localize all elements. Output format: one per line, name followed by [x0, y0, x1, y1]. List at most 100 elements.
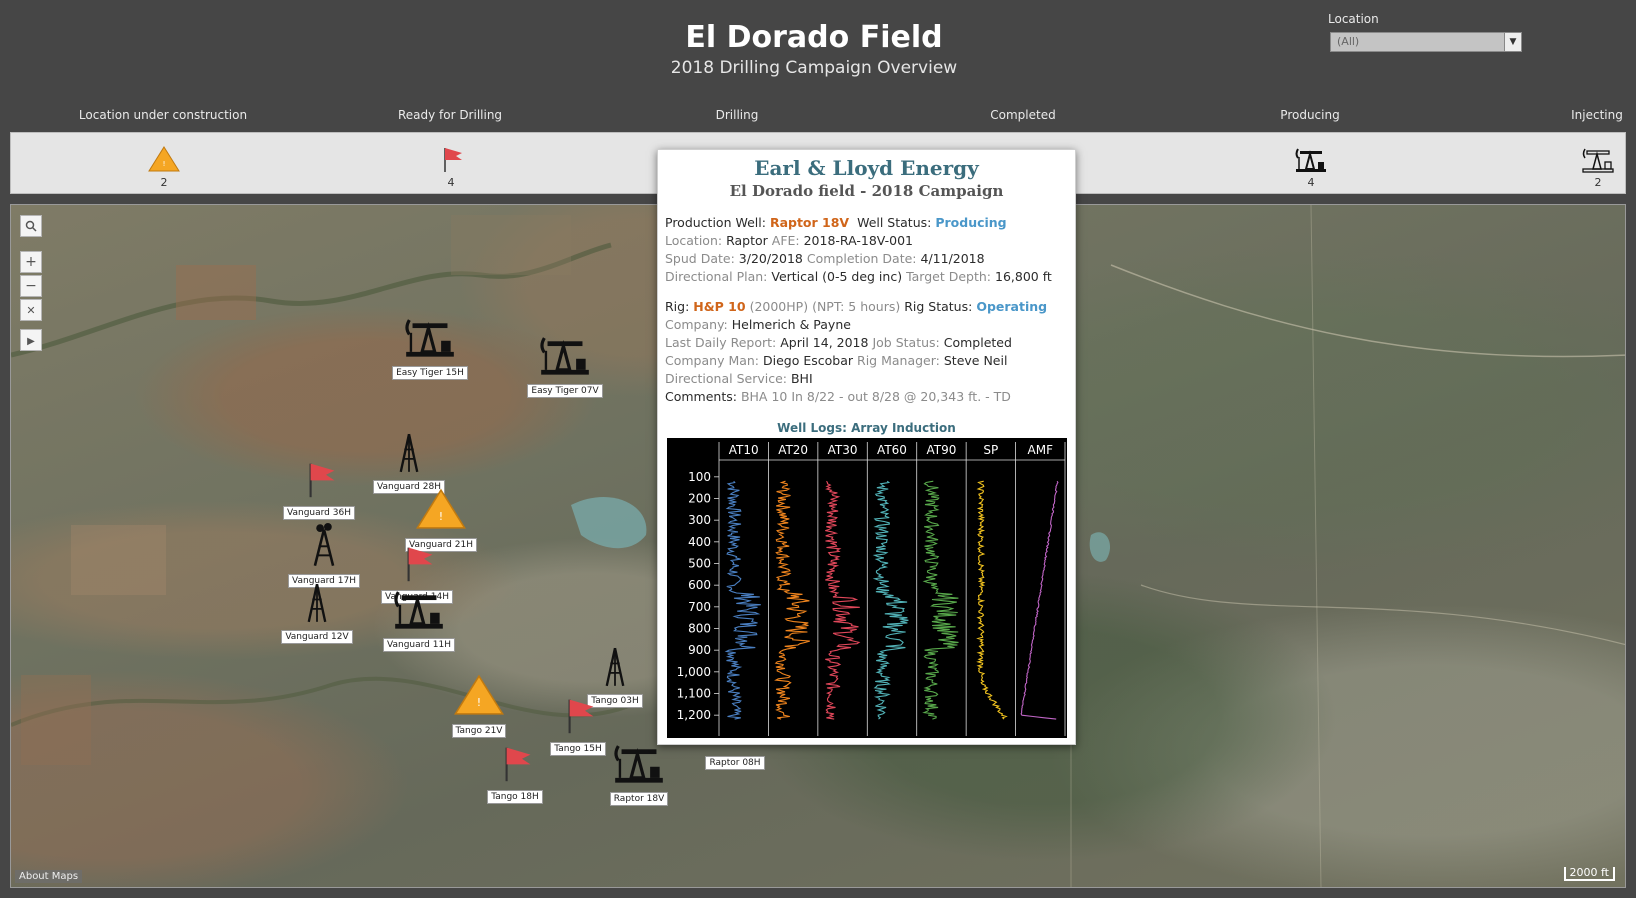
map-well-marker[interactable]: Tango 18H: [450, 743, 580, 804]
map-well-marker[interactable]: Easy Tiger 15H: [365, 313, 495, 380]
track-header: AT30: [828, 443, 858, 457]
map-search-button[interactable]: [20, 215, 42, 237]
well-status: Producing: [935, 215, 1007, 230]
tooltip-company: Earl & Lloyd Energy: [754, 156, 979, 180]
well-label: Vanguard 36H: [283, 506, 355, 520]
rig-manager-value: Steve Neil: [943, 353, 1008, 368]
job-status-value: Completed: [943, 335, 1012, 350]
status-under-construction[interactable]: ! 2: [134, 145, 194, 189]
depth-tick-label: 1,100: [677, 687, 711, 701]
red-flag-icon: [568, 699, 594, 734]
depth-tick-label: 400: [688, 535, 711, 549]
well-label: Raptor 18V: [609, 792, 669, 806]
status-label-under-construction: Location under construction: [78, 108, 248, 122]
depth-tick-label: 600: [688, 578, 711, 592]
pumpjack-icon: [405, 319, 454, 357]
directional-plan-label: Directional Plan:: [665, 269, 768, 284]
company-man-value: Diego Escobar: [763, 353, 854, 368]
status-label-producing: Producing: [1280, 108, 1340, 122]
status-legend-labels: Location under construction Ready for Dr…: [10, 108, 1626, 126]
target-depth-label: Target Depth:: [906, 269, 992, 284]
rig-status-label: Rig Status:: [904, 299, 973, 314]
well-status-label: Well Status:: [857, 215, 932, 230]
map-scale-bar: 2000 ft: [1563, 867, 1615, 881]
map-well-marker[interactable]: Vanguard 11H: [354, 585, 484, 652]
under-construction-sign-icon: !: [148, 146, 180, 172]
directional-service-value: BHI: [790, 371, 813, 386]
injection-pump-icon: [1582, 148, 1614, 173]
pumpjack-icon: [394, 591, 443, 629]
track-header: AT20: [778, 443, 808, 457]
location-value: Raptor: [726, 233, 768, 248]
svg-text:!: !: [477, 696, 481, 709]
well-tooltip: Earl & Lloyd Energy El Dorado field - 20…: [657, 149, 1076, 745]
red-flag-icon: [309, 463, 335, 498]
red-flag-icon: [407, 547, 433, 582]
well-name: Raptor 18V: [769, 215, 850, 230]
status-label-injecting: Injecting: [1571, 108, 1623, 122]
track-header: AMF: [1028, 443, 1054, 457]
zoom-in-icon: +: [25, 254, 37, 270]
completion-date-value: 4/11/2018: [920, 251, 985, 266]
under-construction-sign-icon: !: [454, 674, 504, 715]
depth-tick-label: 800: [688, 622, 711, 636]
map-well-marker[interactable]: Easy Tiger 07V: [500, 331, 630, 398]
drilling-rig-icon: [307, 583, 327, 623]
status-producing[interactable]: 4: [1281, 145, 1341, 189]
status-label-drilling: Drilling: [715, 108, 759, 122]
depth-tick-label: 1,200: [677, 708, 711, 722]
zoom-out-button[interactable]: −: [20, 275, 42, 297]
spud-date-label: Spud Date:: [665, 251, 735, 266]
tooltip-details: Production Well: Raptor 18V Well Status:…: [665, 214, 1071, 406]
company-man-label: Company Man:: [665, 353, 760, 368]
drilling-rig-icon: [605, 647, 625, 687]
well-label: Vanguard 12V: [281, 630, 353, 644]
about-maps-link[interactable]: About Maps: [15, 870, 83, 883]
depth-tick-label: 500: [688, 557, 711, 571]
rig-status: Operating: [976, 299, 1048, 314]
well-log-title: Well Logs: Array Induction: [777, 421, 956, 435]
zoom-in-button[interactable]: +: [20, 251, 42, 273]
status-ready-for-drilling[interactable]: 4: [421, 145, 481, 189]
status-count: 4: [447, 176, 455, 189]
depth-tick-label: 1,000: [677, 665, 711, 679]
completed-well-icon: [313, 523, 335, 567]
svg-text:!: !: [163, 160, 166, 168]
well-label: Tango 21V: [451, 724, 507, 738]
depth-tick-label: 300: [688, 513, 711, 527]
map-well-marker[interactable]: Vanguard 28H: [344, 433, 474, 494]
status-label-ready-for-drilling: Ready for Drilling: [397, 108, 503, 122]
well-label: Easy Tiger 15H: [392, 366, 468, 380]
location-filter-dropdown[interactable]: (All) ▼: [1330, 32, 1522, 52]
spud-date-value: 3/20/2018: [738, 251, 803, 266]
afe-label: AFE:: [771, 233, 800, 248]
well-label: Easy Tiger 07V: [527, 384, 603, 398]
status-injecting[interactable]: 2: [1568, 145, 1628, 189]
depth-tick-label: 200: [688, 492, 711, 506]
zoom-out-icon: −: [25, 278, 37, 294]
directional-service-label: Directional Service:: [665, 371, 787, 386]
map-well-marker[interactable]: Raptor 08H: [670, 750, 800, 770]
comments-value: BHA 10 In 8/22 - out 8/28 @ 20,343 ft. -…: [740, 389, 1011, 404]
clear-selection-button[interactable]: ✕: [20, 299, 42, 321]
drilling-rig-icon: [399, 433, 419, 473]
page-subtitle: 2018 Drilling Campaign Overview: [670, 58, 958, 78]
chevron-down-icon[interactable]: ▼: [1504, 33, 1521, 51]
completion-date-label: Completion Date:: [806, 251, 917, 266]
afe-value: 2018-RA-18V-001: [803, 233, 913, 248]
depth-tick-label: 900: [688, 643, 711, 657]
location-filter-label: Location: [1328, 12, 1379, 26]
red-flag-icon: [444, 148, 462, 172]
search-icon: [25, 220, 37, 232]
rig-manager-label: Rig Manager:: [857, 353, 940, 368]
rig-name: H&P 10: [693, 299, 746, 314]
status-count: 2: [1594, 176, 1602, 189]
svg-text:!: !: [439, 510, 443, 523]
location-filter-value: (All): [1337, 35, 1360, 48]
expand-toolbar-button[interactable]: ▶: [20, 329, 42, 351]
selection-clear-icon: ✕: [26, 304, 36, 317]
pumpjack-icon: [1295, 148, 1326, 172]
red-flag-icon: [505, 747, 531, 782]
track-header: SP: [983, 443, 998, 457]
depth-tick-label: 100: [688, 470, 711, 484]
